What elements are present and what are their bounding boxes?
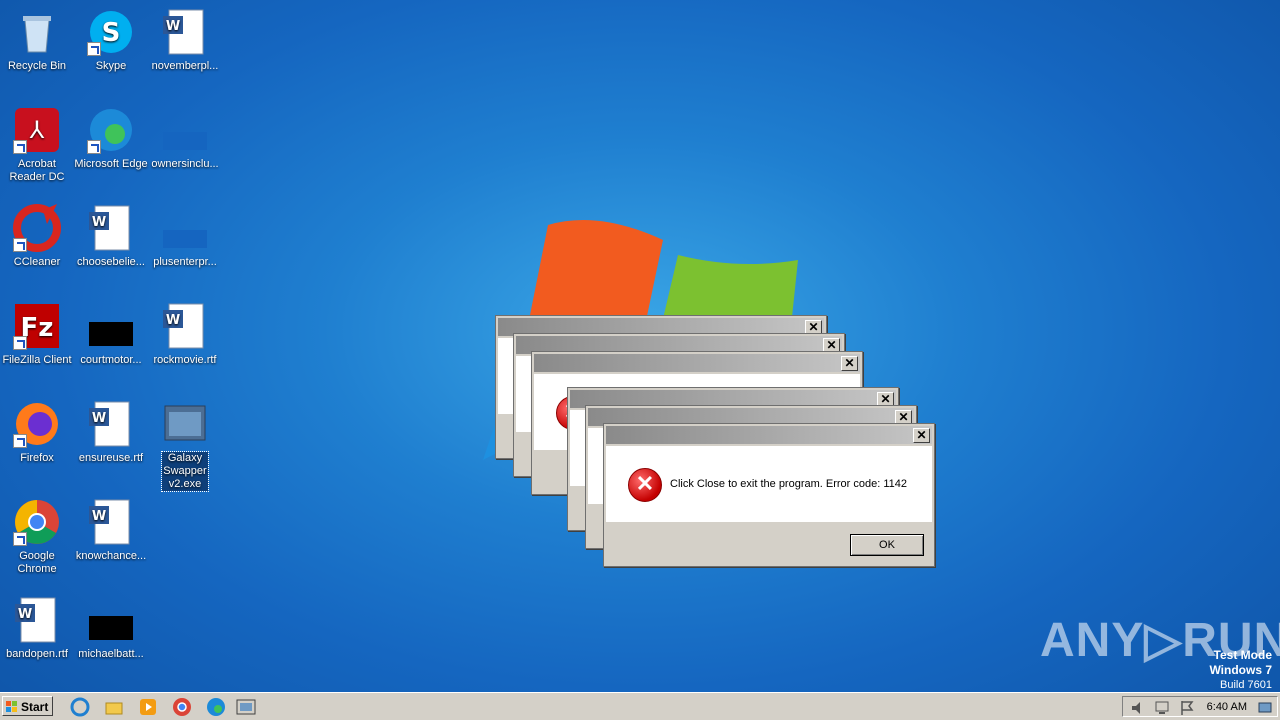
desktop-icon-ownersinclu[interactable]: ownersinclu... [148,106,222,171]
desktop-icon-chrome[interactable]: Google Chrome [0,498,74,576]
svg-text:⅄: ⅄ [29,116,45,144]
taskbar: Start 6:40 AM [0,692,1280,720]
svg-text:W: W [18,607,32,622]
shortcut-arrow-icon [13,140,27,154]
chrome-taskbar-icon[interactable] [172,697,192,717]
desktop-icon-knowchance[interactable]: W knowchance... [74,498,148,563]
close-icon[interactable]: ✕ [841,356,858,371]
error-icon: ✕ [628,468,662,502]
svg-text:S: S [102,18,121,48]
test-mode-watermark: Test Mode Windows 7 Build 7601 [1209,648,1272,692]
internet-explorer-icon[interactable] [70,697,90,717]
watermark-line: Windows 7 [1209,663,1272,677]
svg-text:W: W [92,215,106,230]
desktop-icon-label: novemberpl... [151,60,219,72]
desktop-icon-label: choosebelie... [77,256,145,268]
show-desktop-icon[interactable] [1257,698,1273,718]
blank-file-icon [89,322,133,346]
watermark-line: Build 7601 [1220,679,1272,691]
volume-icon[interactable] [1129,698,1149,718]
system-tray: 6:40 AM [1122,696,1278,717]
svg-text:W: W [92,509,106,524]
word-document-icon: W [89,401,130,447]
start-label: Start [21,700,49,714]
desktop-icon-label: Skype [95,60,127,72]
executable-icon [164,405,206,441]
desktop-icon-choosebelie[interactable]: W choosebelie... [74,204,148,269]
dialog-titlebar[interactable]: ✕ [534,354,860,372]
desktop-icon-edge[interactable]: Microsoft Edge [74,106,148,171]
start-button[interactable]: Start [2,696,53,716]
shortcut-arrow-icon [13,532,27,546]
desktop-icon-label: bandopen.rtf [6,648,68,660]
desktop-icon-label: rockmovie.rtf [153,354,217,366]
desktop-icon-label: Acrobat Reader DC [9,158,65,183]
shortcut-arrow-icon [13,336,27,350]
desktop-icon-filezilla[interactable]: Fz FileZilla Client [0,302,74,367]
watermark-line: Test Mode [1213,648,1272,662]
desktop-icon-michaelbatt[interactable]: michaelbatt... [74,596,148,661]
network-icon[interactable] [1153,698,1173,718]
desktop-icon-label: Google Chrome [17,550,57,575]
shortcut-arrow-icon [13,434,27,448]
desktop-icon-bandopen[interactable]: W bandopen.rtf [0,596,74,661]
desktop-icon-label: ensureuse.rtf [78,452,144,464]
shortcut-arrow-icon [87,42,101,56]
desktop-icon-label: ownersinclu... [151,158,219,170]
dialog-titlebar[interactable]: ✕ [606,426,932,444]
word-document-icon: W [89,499,130,545]
close-icon[interactable]: ✕ [913,428,930,443]
desktop-icon-label: Galaxy Swapper v2.exe [161,451,209,492]
blank-file-icon [89,616,133,640]
svg-text:W: W [92,411,106,426]
desktop-icon-label: Microsoft Edge [74,158,148,170]
shortcut-arrow-icon [87,140,101,154]
desktop-icon-label: Recycle Bin [7,60,67,72]
desktop-icon-label: FileZilla Client [2,354,72,366]
dialog-body: ✕ Click Close to exit the program. Error… [606,446,932,522]
blank-file-icon [163,230,207,248]
desktop-icon-label: courtmotor... [80,354,142,366]
desktop-icon-ensureuse[interactable]: W ensureuse.rtf [74,400,148,465]
desktop-icon-galaxy-swapper[interactable]: Galaxy Swapper v2.exe [148,400,222,492]
running-app-icon[interactable] [236,697,256,717]
windows-flag-icon [6,701,17,712]
word-document-icon: W [89,205,130,251]
error-dialog-front[interactable]: ✕ ✕ Click Close to exit the program. Err… [603,423,935,567]
action-center-flag-icon[interactable] [1177,698,1197,718]
desktop-icon-firefox[interactable]: Firefox [0,400,74,465]
desktop-icon-label: plusenterpr... [153,256,217,268]
desktop-icon-courtmotor[interactable]: courtmotor... [74,302,148,367]
shortcut-arrow-icon [13,238,27,252]
desktop-icon-rockmovie[interactable]: W rockmovie.rtf [148,302,222,367]
ok-button[interactable]: OK [850,534,924,556]
recycle-bin-icon [23,16,51,53]
file-explorer-icon[interactable] [104,697,124,717]
desktop-icon-label: Firefox [20,452,54,464]
desktop-icon-skype[interactable]: S Skype [74,8,148,73]
svg-text:W: W [166,19,180,34]
desktop-icon-acrobat[interactable]: ⅄ Acrobat Reader DC [0,106,74,184]
desktop-icon-label: CCleaner [13,256,61,268]
desktop-icon-label: knowchance... [75,550,147,562]
word-document-icon: W [15,597,56,643]
blank-file-icon [163,132,207,150]
desktop-icon-ccleaner[interactable]: CCleaner [0,204,74,269]
desktop-icon-label: michaelbatt... [78,648,144,660]
word-document-icon: W [163,9,204,55]
desktop-icon-plusenterpr[interactable]: plusenterpr... [148,204,222,269]
svg-text:W: W [166,313,180,328]
media-player-icon[interactable] [138,697,158,717]
clock[interactable]: 6:40 AM [1207,701,1247,713]
error-message: Click Close to exit the program. Error c… [670,478,908,490]
desktop-icon-novemberpl[interactable]: W novemberpl... [148,8,222,73]
edge-taskbar-icon[interactable] [206,697,226,717]
desktop-icon-recycle-bin[interactable]: Recycle Bin [0,8,74,73]
word-document-icon: W [163,303,204,349]
